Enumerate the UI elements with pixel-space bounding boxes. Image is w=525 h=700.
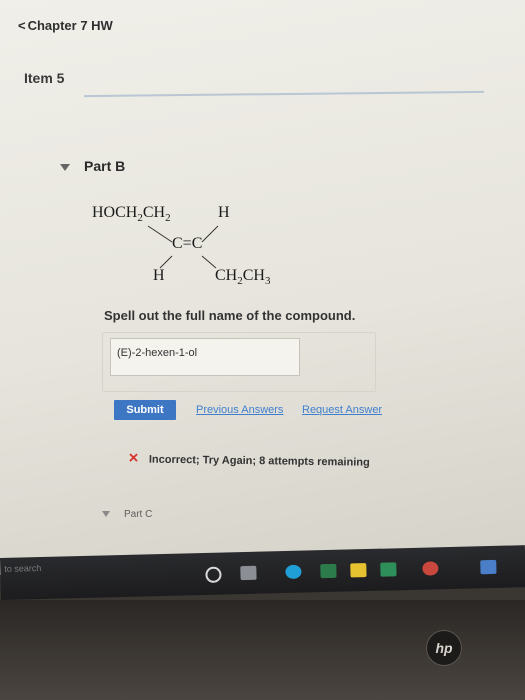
- bond-top-right: [201, 225, 219, 243]
- taskbar-search[interactable]: to search: [4, 563, 41, 574]
- browser-screen: < Chapter 7 HW Item 5 Part B HOCH2CH2 H C…: [0, 0, 525, 575]
- folder-icon[interactable]: [350, 563, 367, 578]
- hp-logo: hp: [426, 630, 462, 666]
- answer-input[interactable]: (E)-2-hexen-1-ol: [110, 338, 300, 376]
- bond-bottom-left: [159, 255, 173, 269]
- structure-bonds: [147, 225, 219, 269]
- file-explorer-icon[interactable]: [320, 563, 337, 579]
- back-chevron-icon[interactable]: <: [18, 18, 26, 33]
- bond-top-left: [147, 225, 173, 243]
- chapter-title[interactable]: Chapter 7 HW: [28, 18, 113, 33]
- previous-answers-link[interactable]: Previous Answers: [196, 404, 283, 416]
- cortana-icon[interactable]: [205, 566, 222, 583]
- edge-icon[interactable]: [285, 564, 302, 580]
- chrome-icon[interactable]: [422, 561, 439, 576]
- request-answer-link[interactable]: Request Answer: [302, 404, 382, 416]
- header-divider: [84, 90, 484, 98]
- chemical-structure: HOCH2CH2 H C=C H CH2CH3: [90, 198, 310, 298]
- part-c-toggle[interactable]: Part C: [102, 509, 152, 520]
- part-b-toggle[interactable]: Part B: [60, 158, 125, 174]
- incorrect-x-icon: ✕: [127, 450, 140, 466]
- submit-button[interactable]: Submit: [114, 400, 176, 420]
- bond-bottom-right: [201, 255, 217, 269]
- part-b-label: Part B: [84, 158, 126, 174]
- collapse-triangle-icon[interactable]: [60, 163, 70, 171]
- expand-triangle-icon[interactable]: [102, 511, 110, 518]
- feedback-text: Incorrect; Try Again; 8 attempts remaini…: [148, 453, 370, 469]
- app-icon[interactable]: [480, 559, 497, 575]
- question-text: Spell out the full name of the compound.: [104, 308, 356, 323]
- task-view-icon[interactable]: [240, 565, 257, 581]
- feedback-message: ✕ Incorrect; Try Again; 8 attempts remain…: [128, 450, 370, 469]
- item-title: Item 5: [24, 70, 65, 86]
- store-icon[interactable]: [380, 562, 397, 577]
- part-c-label: Part C: [124, 509, 153, 520]
- chapter-breadcrumb[interactable]: < Chapter 7 HW: [18, 18, 113, 33]
